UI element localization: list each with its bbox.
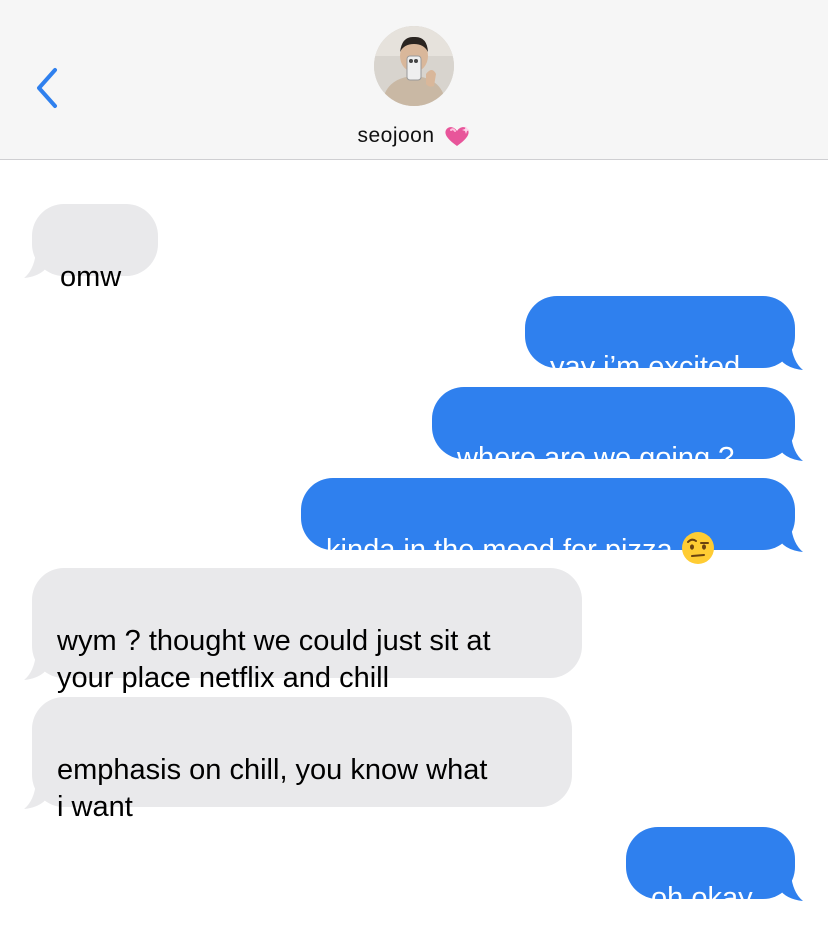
message-text: emphasis on chill, you know what i want: [57, 754, 488, 823]
message-bubble-incoming[interactable]: emphasis on chill, you know what i want: [24, 697, 572, 823]
raised-eyebrow-face-icon: [681, 532, 714, 564]
message-text: oh okay: [651, 882, 753, 914]
message-bubble-outgoing[interactable]: kinda in the mood for pizza: [301, 478, 803, 566]
avatar-photo: [374, 26, 454, 106]
chevron-left-icon: [37, 68, 57, 108]
contact-name-row[interactable]: seojoon: [0, 120, 828, 152]
message-bubble-incoming[interactable]: omw: [24, 204, 158, 293]
contact-name: seojoon: [357, 124, 435, 147]
bubble-tail: [777, 526, 803, 552]
bubble-tail: [777, 344, 803, 370]
message-bubble-outgoing[interactable]: yay i’m excited: [525, 296, 803, 383]
bubble-tail: [24, 783, 50, 809]
avatar[interactable]: [374, 26, 454, 106]
message-bubble-outgoing[interactable]: oh okay: [626, 827, 803, 914]
message-text: yay i’m excited: [550, 351, 741, 383]
bubble-tail: [777, 875, 803, 901]
message-bubble-incoming[interactable]: wym ? thought we could just sit at your …: [24, 568, 582, 694]
message-text: wym ? thought we could just sit at your …: [57, 625, 491, 694]
message-bubble-outgoing[interactable]: where are we going ?: [432, 387, 803, 474]
bubble-tail: [777, 435, 803, 461]
message-text: kinda in the mood for pizza: [326, 534, 673, 566]
sparkling-heart-icon: [444, 126, 470, 146]
message-text: where are we going ?: [457, 442, 735, 474]
back-button[interactable]: [30, 64, 64, 112]
conversation-header: seojoon: [0, 0, 828, 160]
bubble-tail: [24, 252, 50, 278]
message-text: omw: [60, 261, 122, 293]
bubble-tail: [24, 654, 50, 680]
